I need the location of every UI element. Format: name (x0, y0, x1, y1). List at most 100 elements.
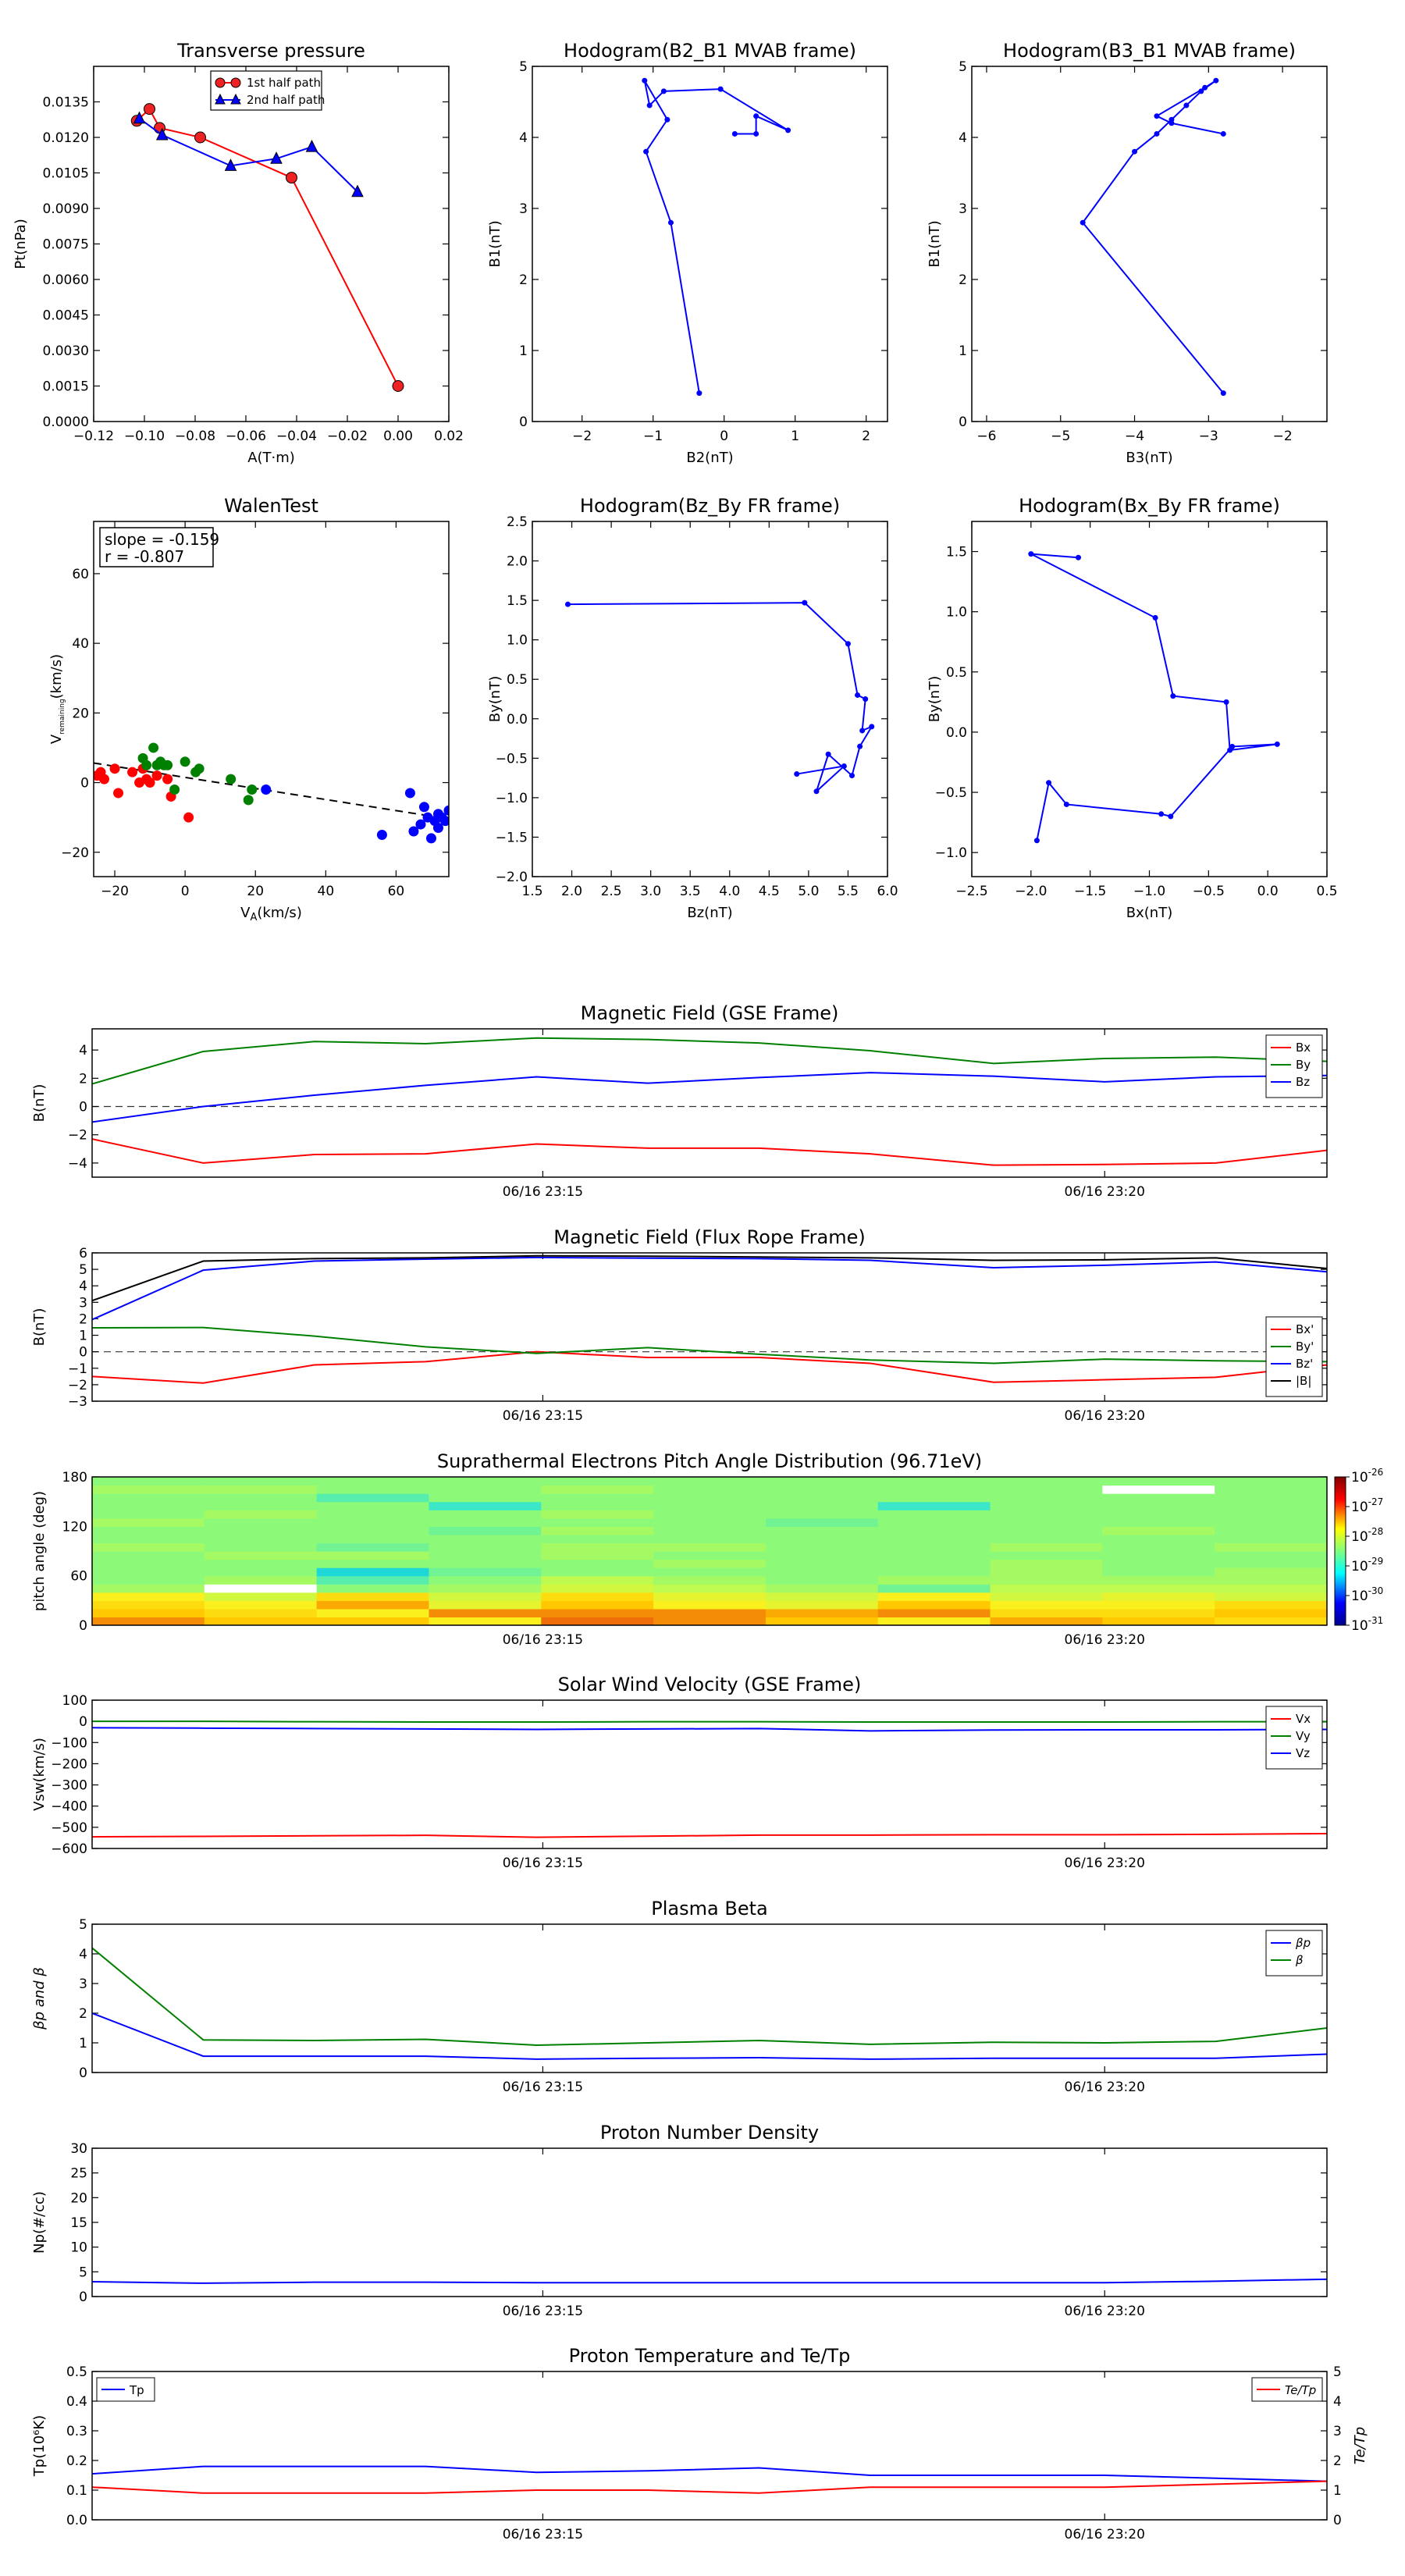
chart-title: WalenTest (224, 495, 318, 517)
data-point (1080, 219, 1086, 226)
heatmap-cell (429, 1592, 542, 1601)
x-axis-label: Bz(nT) (687, 905, 732, 921)
y-tick-label: 0.1 (66, 2483, 87, 2499)
heatmap-cell (316, 1559, 430, 1568)
scatter-point (418, 802, 429, 813)
panel-pt: Transverse pressure−0.12 −0.10 −0.08 −0.06−… (12, 40, 464, 466)
data-point (642, 77, 648, 84)
x-tick-label: −6 (976, 429, 996, 444)
legend-label: Tp (129, 2383, 144, 2397)
heatmap-cell (541, 1600, 654, 1610)
chart-title: Transverse pressure (176, 40, 365, 62)
plot-area (94, 742, 449, 844)
heatmap-cell (653, 1584, 767, 1593)
y-axis-label-sub: remaining (59, 699, 66, 734)
heatmap-cell (1215, 1526, 1327, 1535)
series-line (1030, 553, 1278, 841)
heatmap-cell (316, 1608, 430, 1618)
panel-beta: Plasma Beta 0 1 2 3 4 5 06/16 23:15 06/16 23:20 β… (31, 1898, 1328, 2095)
heatmap-cell (877, 1477, 991, 1486)
y-axis-label: pitch angle (deg) (31, 1491, 48, 1611)
heatmap-cell (877, 1493, 991, 1503)
y-axis-label: Vremaining(km/s) (48, 654, 66, 744)
plot-area (92, 1947, 1327, 2060)
colorbar-base: 10 (1351, 1470, 1368, 1485)
x-tick-label: 4.5 (759, 884, 780, 899)
y-axis-label: Np(#/cc) (31, 2191, 48, 2254)
panel-walen: WalenTest−20 0 20 40 60−200204060VA(km/s)Vre… (48, 495, 450, 923)
plot-area (92, 2278, 1327, 2284)
y-tick-label: 0.5 (507, 672, 528, 688)
legend-label: By (1296, 1058, 1311, 1072)
y-tick-label: 0.3 (66, 2424, 87, 2439)
x-tick-label: 0.0 (1257, 884, 1279, 899)
series-line (92, 1720, 1327, 1723)
heatmap-cell (204, 1608, 318, 1618)
scatter-point (148, 742, 159, 753)
scatter-point (151, 770, 162, 781)
x-axis-label: B2(nT) (686, 450, 733, 466)
scatter-point (169, 784, 180, 795)
scatter-point (141, 760, 152, 770)
heatmap-cell (204, 1592, 318, 1601)
series-line (92, 1256, 1327, 1321)
heatmap-cell (1102, 1510, 1215, 1519)
y-axis-label: Pt(nPa) (12, 219, 29, 269)
heatmap-cell (429, 1551, 542, 1560)
data-point (753, 130, 759, 137)
data-point (753, 113, 759, 119)
x-tick-label: −20 (101, 884, 129, 899)
legend-label: β (1295, 1953, 1304, 1967)
heatmap-cell (316, 1575, 430, 1585)
y-tick-label: −600 (51, 1841, 87, 1857)
y-tick-label: −1 (68, 1361, 87, 1377)
heatmap-cell (316, 1493, 430, 1503)
heatmap-cell (877, 1551, 991, 1560)
heatmap-cell (1102, 1559, 1215, 1568)
data-point (392, 380, 404, 392)
heatmap-cell (653, 1510, 767, 1519)
x-tick-label: −1 (643, 429, 663, 444)
colorbar-label: 10-27 (1351, 1496, 1383, 1515)
heatmap-cell (316, 1501, 430, 1510)
plot-area (565, 600, 875, 795)
data-point (194, 131, 206, 144)
heatmap-cell (1102, 1551, 1215, 1560)
panel-pad: Suprathermal Electrons Pitch Angle Distr… (31, 1450, 1383, 1648)
heatmap-cell (541, 1551, 654, 1560)
y-tick-label: 0.0000 (43, 415, 89, 430)
data-point (802, 600, 808, 606)
x-tick-label: 06/16 23:20 (1065, 2304, 1145, 2319)
x-tick-label: −0.12 (73, 429, 114, 444)
heatmap-cell (204, 1551, 318, 1560)
y-tick-label: 4 (519, 130, 528, 146)
y-axis-label-right: Te/Tp (1352, 2427, 1368, 2464)
y-tick-label: 5 (79, 1917, 87, 1933)
x-tick-label: 06/16 23:15 (503, 1184, 583, 1200)
y-tick-label: 0.0 (66, 2513, 87, 2528)
chart-title: Hodogram(Bx_By FR frame) (1019, 495, 1280, 517)
x-tick-label: −0.08 (175, 429, 215, 444)
heatmap-cell (653, 1608, 767, 1618)
x-tick-label: −0.10 (124, 429, 165, 444)
heatmap-cell (990, 1517, 1103, 1527)
legend-label: βp (1295, 1936, 1311, 1950)
heatmap-cell (204, 1600, 318, 1610)
panel-h21: Hodogram(B2_B1 MVAB frame) −2 −1 0 1 2 0 1 2 3 4 5 B… (487, 40, 888, 466)
heatmap-cell (316, 1510, 430, 1519)
annotation-r: r = -0.807 (105, 547, 184, 566)
data-point (1223, 699, 1229, 705)
y-tick-label: 0.0 (507, 712, 528, 728)
heatmap-cell (92, 1477, 205, 1486)
heatmap-cell (653, 1526, 767, 1535)
y-tick-label: 0 (80, 776, 89, 792)
y-tick-label: 2.0 (507, 554, 528, 570)
heatmap-cell (541, 1542, 654, 1552)
y-tick-label: 4 (79, 1043, 87, 1059)
data-point (565, 601, 571, 607)
heatmap-cell (990, 1575, 1103, 1585)
data-point (1202, 84, 1208, 91)
x-tick-label: 2.0 (561, 884, 582, 899)
heatmap-cell (653, 1592, 767, 1601)
legend-label: Vy (1296, 1729, 1311, 1743)
